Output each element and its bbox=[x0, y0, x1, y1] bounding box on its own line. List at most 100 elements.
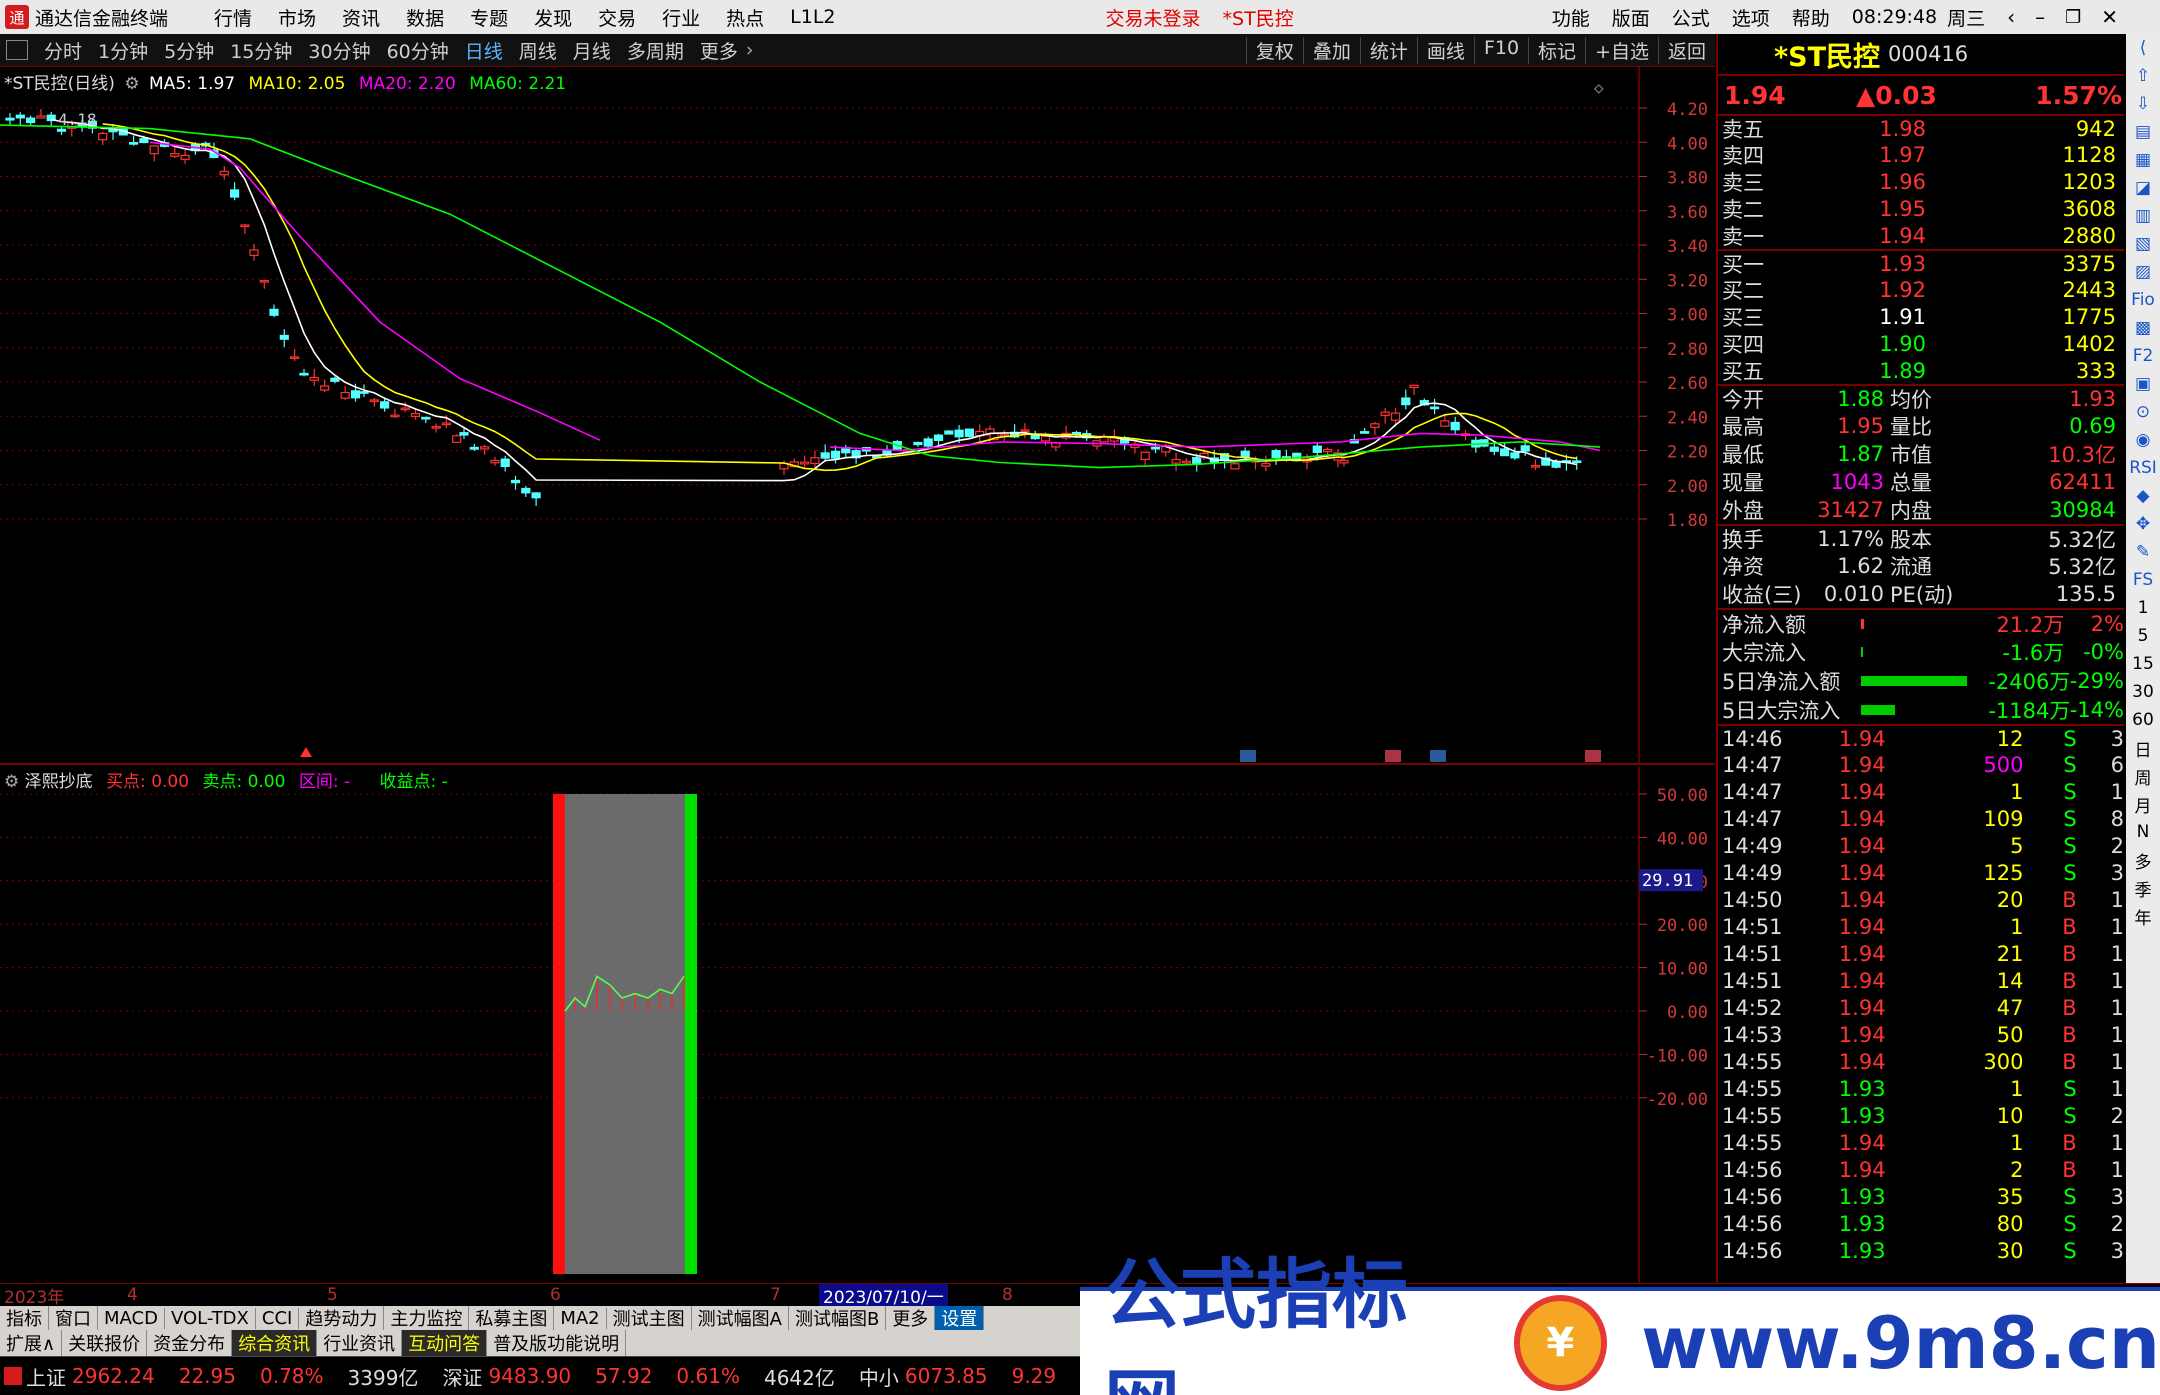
vtool-period-9[interactable]: 多 bbox=[2135, 846, 2152, 874]
period-tab-3[interactable]: 15分钟 bbox=[222, 37, 300, 64]
restore-icon[interactable]: ❐ bbox=[2065, 7, 2081, 28]
indicator-tab-1[interactable]: 窗口 bbox=[49, 1306, 98, 1330]
menu-discover[interactable]: 发现 bbox=[534, 4, 572, 31]
vtool-icon-16[interactable]: ◆ bbox=[2136, 482, 2149, 510]
toolbar-btn-4[interactable]: F10 bbox=[1473, 36, 1528, 64]
vtool-icon-8[interactable]: ▨ bbox=[2135, 258, 2151, 286]
menu-function[interactable]: 功能 bbox=[1552, 4, 1590, 31]
period-tab-1[interactable]: 1分钟 bbox=[90, 37, 156, 64]
vtool-period-11[interactable]: 年 bbox=[2135, 902, 2152, 930]
toolbar-btn-3[interactable]: 画线 bbox=[1416, 36, 1474, 64]
period-tab-7[interactable]: 周线 bbox=[511, 37, 565, 64]
extension-tab-2[interactable]: 资金分布 bbox=[147, 1330, 233, 1356]
indicator-tab-7[interactable]: 私募主图 bbox=[469, 1306, 555, 1330]
vtool-icon-14[interactable]: ◉ bbox=[2136, 426, 2151, 454]
extension-tab-4[interactable]: 行业资讯 bbox=[317, 1330, 403, 1356]
vtool-icon-18[interactable]: ✎ bbox=[2136, 538, 2150, 566]
vtool-period-0[interactable]: 1 bbox=[2138, 594, 2149, 622]
extension-tab-0[interactable]: 扩展∧ bbox=[0, 1330, 63, 1356]
period-tab-4[interactable]: 30分钟 bbox=[300, 37, 378, 64]
menu-topics[interactable]: 专题 bbox=[470, 4, 508, 31]
indicator-tab-12[interactable]: 更多 bbox=[886, 1306, 936, 1330]
layout-icon[interactable] bbox=[6, 40, 28, 60]
vtool-icon-11[interactable]: F2 bbox=[2133, 342, 2154, 370]
menu-quotes[interactable]: 行情 bbox=[214, 4, 252, 31]
indicator-tab-11[interactable]: 测试幅图B bbox=[789, 1306, 887, 1330]
indicator-tab-2[interactable]: MACD bbox=[98, 1307, 165, 1329]
vtool-period-6[interactable]: 周 bbox=[2135, 762, 2152, 790]
indicator-tab-6[interactable]: 主力监控 bbox=[384, 1306, 470, 1330]
vtool-icon-19[interactable]: FS bbox=[2133, 566, 2153, 594]
vtool-icon-5[interactable]: ◪ bbox=[2135, 174, 2151, 202]
period-tab-10[interactable]: 更多 bbox=[692, 37, 746, 64]
indicator-settings-icon[interactable]: ⚙ bbox=[4, 772, 19, 792]
kline-canvas[interactable]: 4.20 4.00 3.80 3.60 3.40 3.20 3.00 2.80 2.60 2.40… bbox=[0, 67, 1715, 765]
indicator-tab-0[interactable]: 指标 bbox=[0, 1306, 49, 1330]
period-tab-6[interactable]: 日线 bbox=[457, 37, 511, 64]
period-tab-2[interactable]: 5分钟 bbox=[156, 37, 222, 64]
vtool-period-10[interactable]: 季 bbox=[2135, 874, 2152, 902]
menu-industry[interactable]: 行业 bbox=[662, 4, 700, 31]
sz-name[interactable]: 深证 bbox=[442, 1362, 482, 1391]
indicator-tab-13[interactable]: 设置 bbox=[935, 1306, 985, 1330]
toolbar-btn-7[interactable]: 返回 bbox=[1657, 36, 1715, 64]
extension-tab-5[interactable]: 互动问答 bbox=[402, 1330, 488, 1356]
indicator-tab-9[interactable]: 测试主图 bbox=[607, 1306, 692, 1330]
vtool-icon-17[interactable]: ✥ bbox=[2136, 510, 2150, 538]
menu-data[interactable]: 数据 bbox=[406, 4, 444, 31]
menu-help[interactable]: 帮助 bbox=[1792, 4, 1830, 31]
vtool-icon-7[interactable]: ▧ bbox=[2135, 230, 2151, 258]
vtool-period-4[interactable]: 60 bbox=[2132, 706, 2154, 734]
menu-trade[interactable]: 交易 bbox=[598, 4, 636, 31]
indicator-chart[interactable]: ⚙ 泽熙抄底 买点: 0.00 卖点: 0.00 区间: - 收益点: - 50… bbox=[0, 767, 1715, 1283]
vtool-icon-12[interactable]: ▣ bbox=[2135, 370, 2151, 398]
indicator-tab-8[interactable]: MA2 bbox=[554, 1307, 607, 1329]
zx-name[interactable]: 中小 bbox=[859, 1362, 899, 1391]
vtool-period-3[interactable]: 30 bbox=[2132, 678, 2154, 706]
toolbar-btn-6[interactable]: +自选 bbox=[1585, 36, 1658, 64]
close-icon[interactable]: ✕ bbox=[2101, 5, 2118, 29]
vtool-icon-0[interactable]: ⟨ bbox=[2140, 34, 2147, 62]
vtool-period-8[interactable]: N bbox=[2137, 818, 2150, 846]
vtool-icon-6[interactable]: ▥ bbox=[2135, 202, 2151, 230]
vtool-icon-15[interactable]: RSI bbox=[2129, 454, 2157, 482]
toolbar-btn-5[interactable]: 标记 bbox=[1528, 36, 1585, 64]
settings-icon[interactable]: ⚙ bbox=[124, 74, 139, 94]
period-tab-0[interactable]: 分时 bbox=[36, 37, 90, 64]
more-chevron-icon[interactable]: › bbox=[746, 39, 754, 61]
vtool-icon-13[interactable]: ⊙ bbox=[2136, 398, 2150, 426]
vtool-period-5[interactable]: 日 bbox=[2135, 734, 2152, 762]
menu-market[interactable]: 市场 bbox=[278, 4, 316, 31]
vtool-icon-1[interactable]: ⇧ bbox=[2136, 62, 2150, 90]
trade-login-status[interactable]: 交易未登录 bbox=[1106, 4, 1201, 31]
minimize-icon[interactable]: – bbox=[2035, 5, 2045, 29]
period-tab-9[interactable]: 多周期 bbox=[619, 37, 692, 64]
vtool-icon-9[interactable]: Fio bbox=[2131, 286, 2155, 314]
extension-tab-6[interactable]: 普及版功能说明 bbox=[487, 1330, 627, 1356]
menu-formula[interactable]: 公式 bbox=[1672, 4, 1710, 31]
menu-layout[interactable]: 版面 bbox=[1612, 4, 1650, 31]
menu-news[interactable]: 资讯 bbox=[342, 4, 380, 31]
vtool-period-7[interactable]: 月 bbox=[2135, 790, 2152, 818]
menu-options[interactable]: 选项 bbox=[1732, 4, 1770, 31]
menu-l1l2[interactable]: L1L2 bbox=[790, 6, 835, 28]
period-tab-5[interactable]: 60分钟 bbox=[379, 37, 457, 64]
kline-chart[interactable]: *ST民控(日线) ⚙ MA5: 1.97 MA10: 2.05 MA20: 2… bbox=[0, 67, 1715, 765]
vtool-icon-3[interactable]: ▤ bbox=[2135, 118, 2151, 146]
indicator-tab-10[interactable]: 测试幅图A bbox=[692, 1306, 789, 1330]
indicator-tab-5[interactable]: 趋势动力 bbox=[299, 1306, 385, 1330]
period-tab-8[interactable]: 月线 bbox=[565, 37, 619, 64]
toolbar-btn-1[interactable]: 叠加 bbox=[1302, 36, 1360, 64]
indicator-canvas[interactable]: 50.0040.0030.0020.0010.000.00-10.00-20.0… bbox=[0, 767, 1715, 1283]
indicator-tab-3[interactable]: VOL-TDX bbox=[165, 1307, 256, 1329]
toolbar-btn-2[interactable]: 统计 bbox=[1359, 36, 1417, 64]
toolbar-btn-0[interactable]: 复权 bbox=[1245, 36, 1303, 64]
vtool-period-1[interactable]: 5 bbox=[2138, 622, 2149, 650]
extension-tab-1[interactable]: 关联报价 bbox=[62, 1330, 148, 1356]
indicator-tab-4[interactable]: CCI bbox=[256, 1307, 300, 1329]
vtool-icon-4[interactable]: ▦ bbox=[2135, 146, 2151, 174]
vtool-icon-2[interactable]: ⇩ bbox=[2136, 90, 2150, 118]
vtool-period-2[interactable]: 15 bbox=[2132, 650, 2154, 678]
vtool-icon-10[interactable]: ▩ bbox=[2135, 314, 2151, 342]
back-icon[interactable]: ‹ bbox=[2007, 5, 2015, 29]
